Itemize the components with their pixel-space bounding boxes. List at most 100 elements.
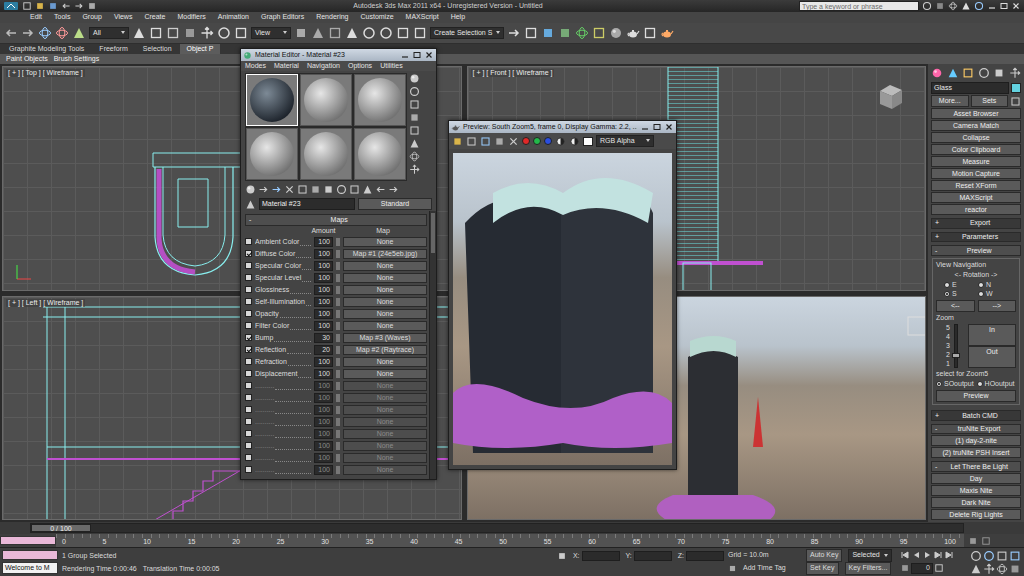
- menu-item[interactable]: Create: [144, 13, 165, 21]
- utility-item[interactable]: Reset XForm: [931, 180, 1021, 191]
- spinner-snap-icon[interactable]: [396, 26, 410, 40]
- amount-spinner[interactable]: [336, 394, 340, 402]
- assign-material-icon[interactable]: [271, 184, 282, 195]
- menu-item[interactable]: Modes: [245, 62, 266, 70]
- save-image-icon[interactable]: [452, 136, 463, 147]
- filter-icon[interactable]: [981, 536, 991, 546]
- amount-spinner[interactable]: [336, 238, 340, 246]
- monochrome-icon[interactable]: [555, 136, 566, 147]
- radio-button[interactable]: [978, 291, 984, 297]
- trunite-button[interactable]: (1) day-2-nite: [931, 435, 1021, 446]
- search-icon[interactable]: [922, 1, 932, 11]
- amount-field[interactable]: 100: [314, 261, 333, 271]
- edit-named-selection-icon[interactable]: [413, 26, 427, 40]
- map-button[interactable]: None: [343, 381, 427, 391]
- utility-item[interactable]: Camera Match: [931, 120, 1021, 131]
- listener-input[interactable]: Welcome to M: [2, 562, 58, 574]
- menu-item[interactable]: Navigation: [307, 62, 340, 70]
- map-button[interactable]: Map #1 (24e5eb.jpg): [343, 249, 427, 259]
- minimize-icon[interactable]: [640, 123, 650, 131]
- map-button[interactable]: None: [343, 285, 427, 295]
- amount-spinner[interactable]: [336, 358, 340, 366]
- amount-field[interactable]: 100: [314, 285, 333, 295]
- amount-field[interactable]: 100: [314, 429, 333, 439]
- maximize-icon[interactable]: [652, 123, 662, 131]
- snaps-icon[interactable]: [345, 26, 359, 40]
- map-button[interactable]: Map #3 (Waves): [343, 333, 427, 343]
- hierarchy-icon[interactable]: [962, 67, 974, 79]
- undo-icon[interactable]: [4, 26, 18, 40]
- motion-icon[interactable]: [978, 67, 990, 79]
- rectangle-selection-icon[interactable]: [166, 26, 180, 40]
- zoom-extents-icon[interactable]: [996, 550, 1008, 562]
- show-end-result-icon[interactable]: [362, 184, 373, 195]
- map-checkbox[interactable]: [245, 322, 252, 329]
- material-editor-icon[interactable]: [609, 26, 623, 40]
- select-by-material-icon[interactable]: [409, 164, 420, 175]
- ribbon-tab[interactable]: Graphite Modeling Tools: [2, 44, 91, 54]
- background-color-swatch[interactable]: [583, 137, 593, 146]
- keyboard-shortcut-icon[interactable]: [328, 26, 342, 40]
- amount-field[interactable]: 100: [314, 381, 333, 391]
- amount-field[interactable]: 100: [314, 309, 333, 319]
- reference-coordinate-dropdown[interactable]: View: [251, 27, 291, 39]
- amount-field[interactable]: 100: [314, 249, 333, 259]
- mini-curve-editor[interactable]: [0, 536, 56, 545]
- map-button[interactable]: None: [343, 309, 427, 319]
- channel-toggle[interactable]: [533, 137, 541, 145]
- utility-item[interactable]: Asset Browser: [931, 108, 1021, 119]
- subscription-icon[interactable]: [935, 1, 945, 11]
- map-button[interactable]: None: [343, 429, 427, 439]
- put-to-scene-icon[interactable]: [258, 184, 269, 195]
- map-button[interactable]: None: [343, 393, 427, 403]
- field-of-view-icon[interactable]: [970, 563, 982, 575]
- preview-button[interactable]: Preview: [936, 390, 1016, 402]
- direction-radio[interactable]: W: [978, 290, 1008, 298]
- amount-field[interactable]: 100: [314, 357, 333, 367]
- bind-space-warp-icon[interactable]: [72, 26, 86, 40]
- material-type-button[interactable]: Standard: [358, 198, 432, 210]
- go-forward-icon[interactable]: [388, 184, 399, 195]
- configure-icon[interactable]: [1010, 96, 1021, 107]
- rotate-icon[interactable]: [217, 26, 231, 40]
- menu-item[interactable]: Customize: [360, 13, 393, 21]
- rollout-header[interactable]: +Export: [931, 218, 1021, 229]
- copy-material-icon[interactable]: [297, 184, 308, 195]
- amount-spinner[interactable]: [336, 274, 340, 282]
- previous-frame-icon[interactable]: [911, 550, 921, 560]
- amount-spinner[interactable]: [336, 418, 340, 426]
- modify-icon[interactable]: [947, 67, 959, 79]
- favorites-icon[interactable]: [961, 1, 971, 11]
- minimize-icon[interactable]: [987, 2, 997, 10]
- map-checkbox[interactable]: [245, 286, 252, 293]
- display-icon[interactable]: [993, 67, 1005, 79]
- use-pivot-icon[interactable]: [294, 26, 308, 40]
- map-checkbox[interactable]: [245, 238, 252, 245]
- scale-icon[interactable]: [234, 26, 248, 40]
- amount-field[interactable]: 100: [314, 237, 333, 247]
- eyedropper-icon[interactable]: [245, 199, 256, 210]
- sample-slot[interactable]: [246, 74, 298, 126]
- select-object-icon[interactable]: [132, 26, 146, 40]
- help-icon[interactable]: [974, 1, 984, 11]
- utility-item[interactable]: Color Clipboard: [931, 144, 1021, 155]
- sample-slot[interactable]: [300, 74, 352, 126]
- map-button[interactable]: None: [343, 453, 427, 463]
- map-button[interactable]: Map #2 (Raytrace): [343, 345, 427, 355]
- rendered-frame-window-icon[interactable]: [643, 26, 657, 40]
- amount-spinner[interactable]: [336, 322, 340, 330]
- amount-spinner[interactable]: [336, 334, 340, 342]
- project-folder-icon[interactable]: [87, 1, 97, 11]
- minimize-icon[interactable]: [400, 51, 410, 59]
- map-button[interactable]: None: [343, 357, 427, 367]
- ribbon-tab[interactable]: Freeform: [92, 44, 134, 54]
- map-checkbox[interactable]: [245, 418, 252, 425]
- menu-item[interactable]: MAXScript: [406, 13, 439, 21]
- utility-item[interactable]: MAXScript: [931, 192, 1021, 203]
- move-icon[interactable]: [200, 26, 214, 40]
- rollout-header[interactable]: -Preview: [931, 245, 1021, 256]
- named-selection-dropdown[interactable]: Create Selection S: [430, 27, 504, 39]
- map-button[interactable]: None: [343, 465, 427, 475]
- rotate-left-button[interactable]: <--: [936, 300, 975, 312]
- map-checkbox[interactable]: [245, 298, 252, 305]
